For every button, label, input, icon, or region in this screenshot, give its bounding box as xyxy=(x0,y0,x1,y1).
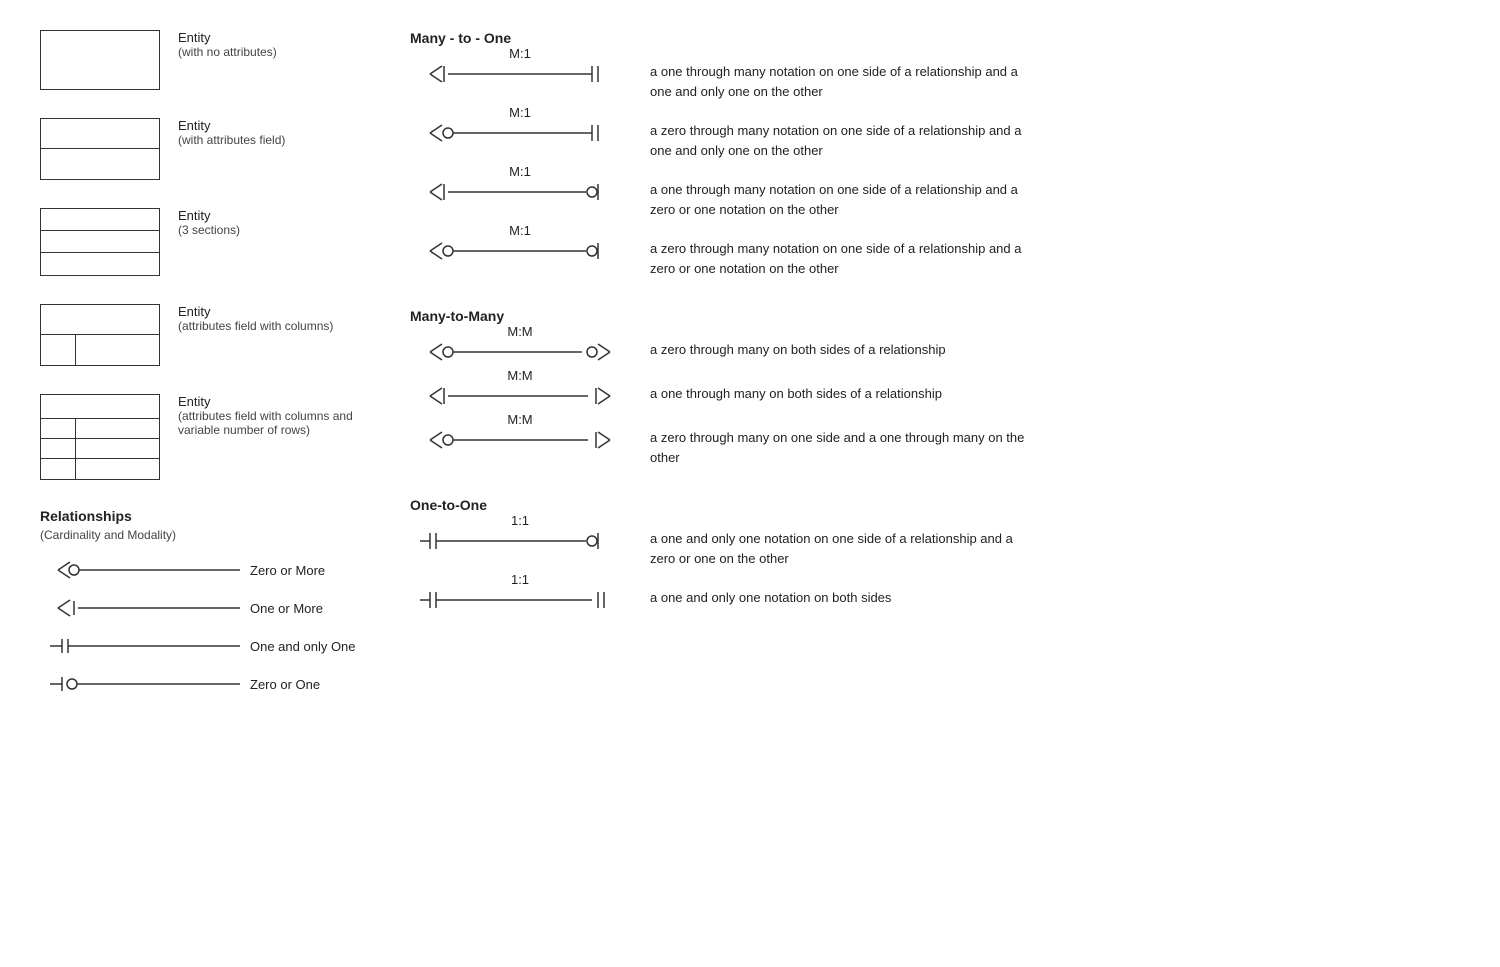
left-column: Entity (with no attributes) Entity (with… xyxy=(40,30,380,712)
mm-svg-0 xyxy=(410,340,630,364)
mm-ratio-0: M:M xyxy=(507,324,532,339)
entity-title-cols: Entity xyxy=(178,304,333,319)
11-svg-1 xyxy=(410,588,630,612)
mm-svg-2 xyxy=(410,428,630,452)
m1-row-1: M:1 a zero through many notation on one … xyxy=(410,121,1460,160)
entity-label-varrows: Entity (attributes field with columns an… xyxy=(178,394,360,437)
m1-svg-3 xyxy=(410,239,630,263)
m1-ratio-3: M:1 xyxy=(509,223,531,238)
rel-svg-one-or-more xyxy=(40,598,240,618)
m1-svg-1 xyxy=(410,121,630,145)
entity-box-attr xyxy=(40,118,160,180)
rel-line-one-or-more xyxy=(40,598,240,618)
11-ratio-1: 1:1 xyxy=(511,572,529,587)
rel-label-one-or-more: One or More xyxy=(250,601,323,616)
m1-desc-1: a zero through many notation on one side… xyxy=(650,121,1030,160)
mm-desc-2: a zero through many on one side and a on… xyxy=(650,428,1030,467)
11-line-1: 1:1 xyxy=(410,588,630,612)
rel-label-zero-or-more: Zero or More xyxy=(250,563,325,578)
entity-box-simple xyxy=(40,30,160,90)
m1-svg-0 xyxy=(410,62,630,86)
rel-row-one-and-only-one: One and only One xyxy=(40,636,360,656)
11-desc-1: a one and only one notation on both side… xyxy=(650,588,891,608)
entity-subtitle-attr: (with attributes field) xyxy=(178,133,285,147)
mm-row-1: M:M a one through many on both sides of … xyxy=(410,384,1460,408)
entity-box-varrows xyxy=(40,394,160,480)
m1-line-2: M:1 xyxy=(410,180,630,204)
rel-line-zero-or-one xyxy=(40,674,240,694)
one-to-one-title: One-to-One xyxy=(410,497,1460,513)
entity-title-simple: Entity xyxy=(178,30,277,45)
entity-subtitle-3sec: (3 sections) xyxy=(178,223,240,237)
m1-ratio-0: M:1 xyxy=(509,46,531,61)
entity-row-simple: Entity (with no attributes) xyxy=(40,30,360,90)
m1-line-3: M:1 xyxy=(410,239,630,263)
11-row-0: 1:1 a one and only one notation on one s… xyxy=(410,529,1460,568)
mm-line-0: M:M xyxy=(410,340,630,364)
mm-row-0: M:M a zero through many on both sides of… xyxy=(410,340,1460,364)
mm-desc-1: a one through many on both sides of a re… xyxy=(650,384,942,404)
mm-svg-1 xyxy=(410,384,630,408)
entity-label-simple: Entity (with no attributes) xyxy=(178,30,277,59)
rel-label-one-and-only-one: One and only One xyxy=(250,639,356,654)
right-column: Many - to - One M:1 a one through many n… xyxy=(380,30,1460,712)
rel-row-zero-or-one: Zero or One xyxy=(40,674,360,694)
m1-line-1: M:1 xyxy=(410,121,630,145)
m1-desc-0: a one through many notation on one side … xyxy=(650,62,1030,101)
11-svg-0 xyxy=(410,529,630,553)
many-to-one-title: Many - to - One xyxy=(410,30,1460,46)
entity-label-cols: Entity (attributes field with columns) xyxy=(178,304,333,333)
entity-box-cols xyxy=(40,304,160,366)
m1-ratio-2: M:1 xyxy=(509,164,531,179)
entity-title-3sec: Entity xyxy=(178,208,240,223)
entity-title-varrows: Entity xyxy=(178,394,360,409)
relationships-title: Relationships xyxy=(40,508,360,524)
entity-row-3sec: Entity (3 sections) xyxy=(40,208,360,276)
rel-row-zero-or-more: Zero or More xyxy=(40,560,360,580)
entity-row-cols: Entity (attributes field with columns) xyxy=(40,304,360,366)
m1-desc-2: a one through many notation on one side … xyxy=(650,180,1030,219)
11-ratio-0: 1:1 xyxy=(511,513,529,528)
relationships-section: Relationships (Cardinality and Modality) xyxy=(40,508,360,694)
mm-ratio-2: M:M xyxy=(507,412,532,427)
rel-line-one-and-only-one xyxy=(40,636,240,656)
11-line-0: 1:1 xyxy=(410,529,630,553)
entity-row-attr: Entity (with attributes field) xyxy=(40,118,360,180)
m1-row-0: M:1 a one through many notation on one s… xyxy=(410,62,1460,101)
main-grid: Entity (with no attributes) Entity (with… xyxy=(40,30,1460,712)
mm-line-2: M:M xyxy=(410,428,630,452)
m1-line-0: M:1 xyxy=(410,62,630,86)
rel-svg-zero-or-one xyxy=(40,674,240,694)
rel-svg-zero-or-more xyxy=(40,560,240,580)
rel-line-zero-or-more xyxy=(40,560,240,580)
mm-ratio-1: M:M xyxy=(507,368,532,383)
m1-svg-2 xyxy=(410,180,630,204)
entity-label-attr: Entity (with attributes field) xyxy=(178,118,285,147)
entity-title-attr: Entity xyxy=(178,118,285,133)
entity-box-3sec xyxy=(40,208,160,276)
entity-subtitle-varrows: (attributes field with columns and varia… xyxy=(178,409,360,437)
m1-row-3: M:1 a zero through many notation on one … xyxy=(410,239,1460,278)
m1-ratio-1: M:1 xyxy=(509,105,531,120)
rel-row-one-or-more: One or More xyxy=(40,598,360,618)
mm-desc-0: a zero through many on both sides of a r… xyxy=(650,340,946,360)
entity-subtitle-simple: (with no attributes) xyxy=(178,45,277,59)
11-desc-0: a one and only one notation on one side … xyxy=(650,529,1030,568)
rel-svg-one-and-only-one xyxy=(40,636,240,656)
entity-label-3sec: Entity (3 sections) xyxy=(178,208,240,237)
many-to-many-title: Many-to-Many xyxy=(410,308,1460,324)
relationships-subtitle: (Cardinality and Modality) xyxy=(40,528,360,542)
rel-label-zero-or-one: Zero or One xyxy=(250,677,320,692)
mm-row-2: M:M a zero through many on one side and … xyxy=(410,428,1460,467)
mm-line-1: M:M xyxy=(410,384,630,408)
m1-row-2: M:1 a one through many notation on one s… xyxy=(410,180,1460,219)
entity-row-varrows: Entity (attributes field with columns an… xyxy=(40,394,360,480)
m1-desc-3: a zero through many notation on one side… xyxy=(650,239,1030,278)
11-row-1: 1:1 a one and only one notation on both … xyxy=(410,588,1460,612)
entity-subtitle-cols: (attributes field with columns) xyxy=(178,319,333,333)
